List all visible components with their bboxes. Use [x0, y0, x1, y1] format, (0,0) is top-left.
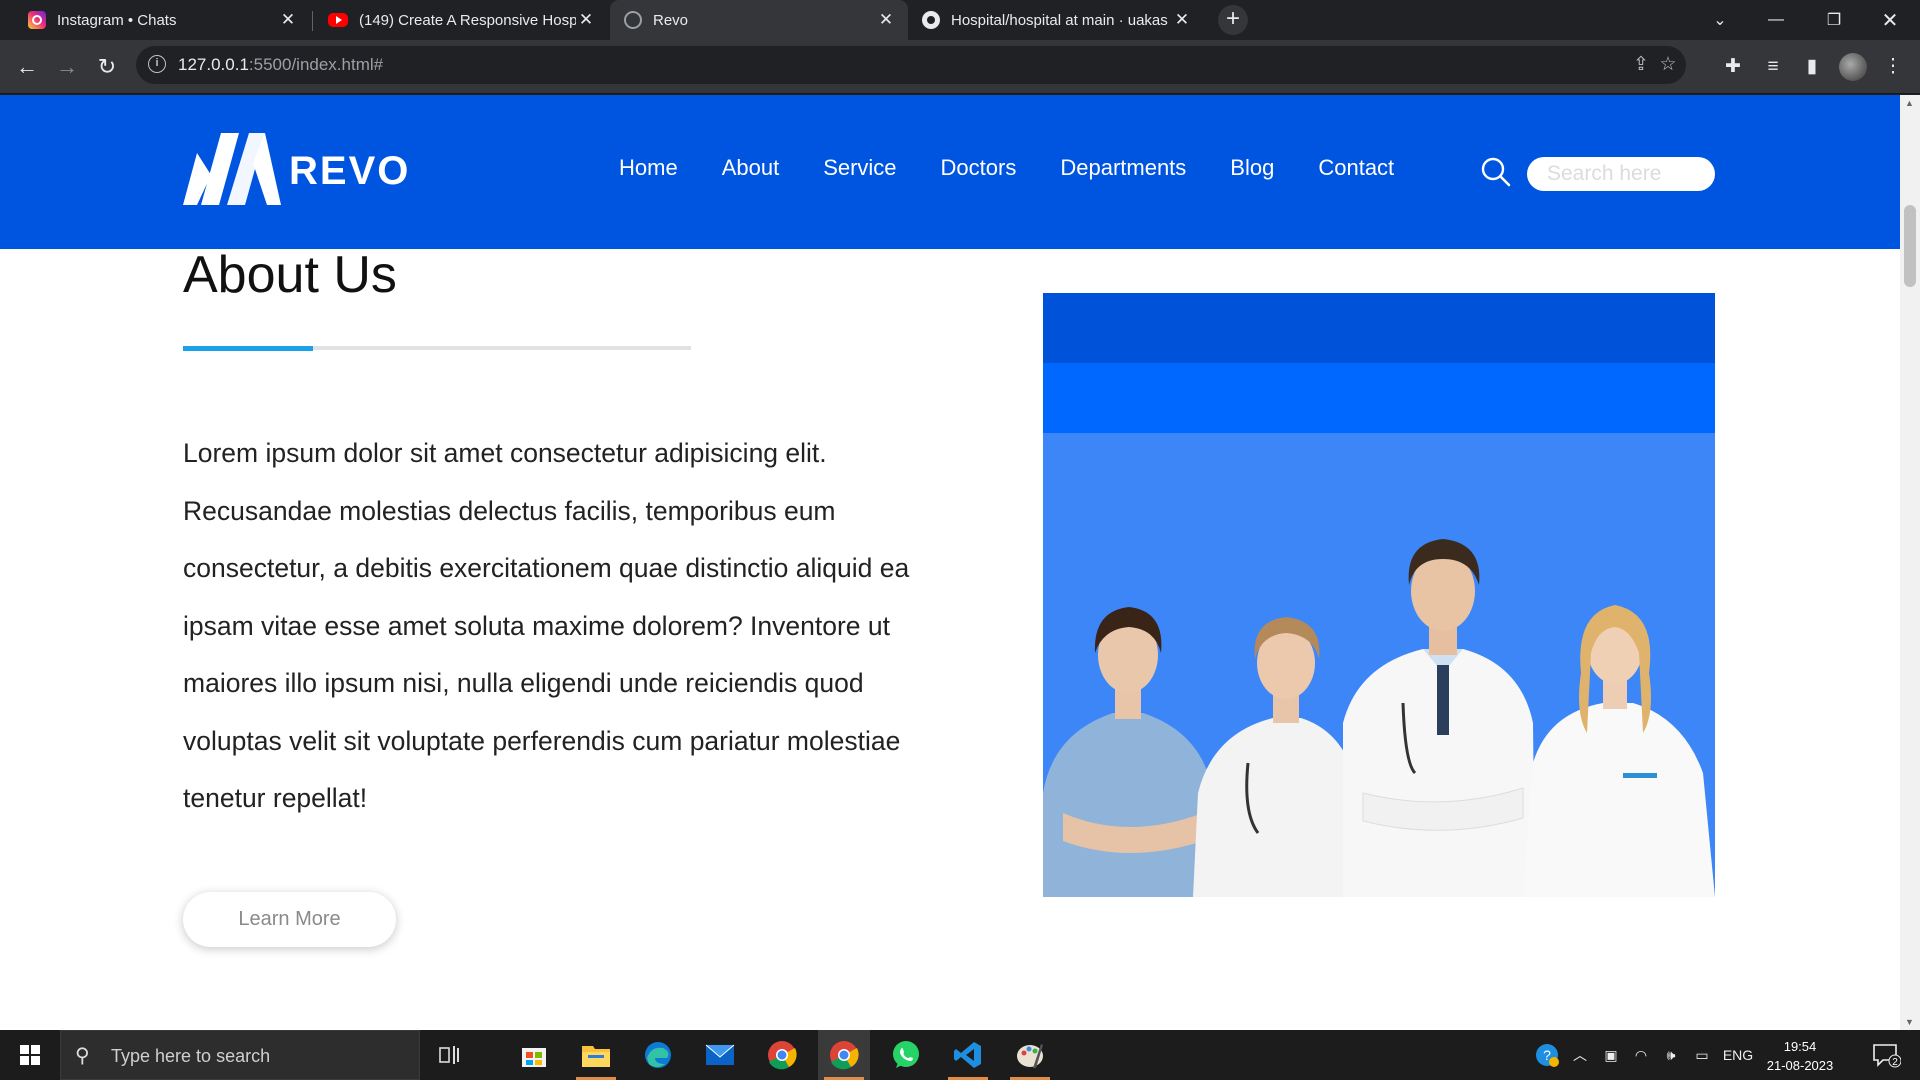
page-scrollbar[interactable]: ▲ ▼: [1900, 95, 1920, 1030]
doctors-image: [1043, 293, 1715, 897]
title-underline-accent: [183, 346, 313, 351]
taskbar-search-placeholder: Type here to search: [111, 1046, 271, 1066]
close-icon[interactable]: ✕: [1172, 10, 1192, 30]
page-viewport: REVO Home About Service Doctors Departme…: [0, 95, 1920, 1030]
doctors-illustration: [1043, 539, 1715, 897]
chevron-up-icon[interactable]: ︿: [1568, 1030, 1592, 1080]
bookmark-star-icon[interactable]: ☆: [1656, 53, 1680, 77]
notification-count: 2: [1892, 1057, 1898, 1068]
meet-now-icon[interactable]: ▣: [1598, 1030, 1624, 1080]
tab-search-icon[interactable]: ⌄: [1692, 0, 1748, 40]
side-panel-icon[interactable]: ▮: [1797, 52, 1827, 82]
instagram-icon: [28, 11, 46, 29]
chrome-icon[interactable]: [756, 1030, 808, 1080]
scroll-down-icon[interactable]: ▼: [1905, 1017, 1914, 1027]
site-header: REVO Home About Service Doctors Departme…: [0, 95, 1900, 249]
help-icon[interactable]: ?: [1530, 1030, 1564, 1080]
globe-icon: [624, 11, 642, 29]
nav-blog[interactable]: Blog: [1230, 155, 1274, 181]
tab-github[interactable]: Hospital/hospital at main · uakas ✕: [908, 0, 1204, 40]
nav-about[interactable]: About: [722, 155, 780, 181]
close-icon[interactable]: ✕: [876, 10, 896, 30]
close-icon[interactable]: ✕: [576, 10, 596, 30]
restore-button[interactable]: ❐: [1806, 0, 1862, 40]
nav-contact[interactable]: Contact: [1318, 155, 1394, 181]
site-info-icon[interactable]: i: [148, 55, 166, 73]
minimize-button[interactable]: —: [1748, 0, 1804, 40]
windows-icon: [20, 1045, 40, 1065]
whatsapp-icon[interactable]: [880, 1030, 932, 1080]
paint-icon[interactable]: [1004, 1030, 1056, 1080]
battery-icon[interactable]: ▭: [1688, 1030, 1716, 1080]
extensions-icon[interactable]: ✚: [1718, 52, 1748, 82]
scrollbar-thumb[interactable]: [1904, 205, 1916, 287]
search-icon[interactable]: [1481, 157, 1511, 187]
url-host: 127.0.0.1: [178, 55, 249, 74]
reload-button[interactable]: ↻: [90, 50, 124, 84]
scroll-up-icon[interactable]: ▲: [1905, 98, 1914, 108]
github-icon: [922, 11, 940, 29]
logo-text: REVO: [289, 148, 411, 193]
about-paragraph: Lorem ipsum dolor sit amet consectetur a…: [183, 438, 910, 813]
notification-center-icon[interactable]: 2: [1864, 1030, 1908, 1080]
tab-youtube[interactable]: (149) Create A Responsive Hospit ✕: [314, 0, 608, 40]
tab-instagram[interactable]: Instagram • Chats ✕: [14, 0, 310, 40]
url-path: :5500/index.html#: [248, 55, 384, 74]
share-icon[interactable]: ⇪: [1629, 53, 1653, 77]
nav-doctors[interactable]: Doctors: [941, 155, 1017, 181]
mail-icon[interactable]: [694, 1030, 746, 1080]
search-icon: ⚲: [75, 1045, 90, 1067]
new-tab-button[interactable]: +: [1218, 5, 1248, 35]
task-view-icon[interactable]: [424, 1030, 476, 1080]
taskbar-clock[interactable]: 19:54 21-08-2023: [1762, 1037, 1838, 1075]
chrome-active-icon[interactable]: [818, 1030, 870, 1080]
nav-home[interactable]: Home: [619, 155, 678, 181]
forward-button[interactable]: →: [50, 50, 84, 84]
windows-taskbar: ⚲ Type here to search ? ︿ ▣ ◠ 🕪 ▭ ENG 19…: [0, 1030, 1920, 1080]
address-bar[interactable]: i 127.0.0.1:5500/index.html# ⇪ ☆: [136, 46, 1686, 84]
main-nav: Home About Service Doctors Departments B…: [600, 155, 1438, 181]
microsoft-store-icon[interactable]: [508, 1030, 560, 1080]
media-control-icon[interactable]: ≡: [1758, 52, 1788, 82]
about-title: About Us: [183, 246, 397, 304]
tab-title: (149) Create A Responsive Hospit: [359, 11, 576, 29]
start-button[interactable]: [0, 1030, 60, 1080]
browser-tab-bar: Instagram • Chats ✕ (149) Create A Respo…: [0, 0, 1920, 40]
profile-avatar[interactable]: [1839, 53, 1867, 81]
menu-icon[interactable]: ⋮: [1878, 52, 1908, 82]
tab-title: Instagram • Chats: [57, 11, 177, 29]
tab-revo[interactable]: Revo ✕: [610, 0, 908, 40]
clock-date: 21-08-2023: [1766, 1058, 1834, 1073]
url-text[interactable]: 127.0.0.1:5500/index.html#: [178, 55, 383, 75]
search-input[interactable]: [1527, 157, 1715, 191]
logo-icon: [183, 133, 281, 205]
learn-more-button[interactable]: Learn More: [183, 892, 396, 947]
nav-service[interactable]: Service: [823, 155, 896, 181]
volume-icon[interactable]: 🕪: [1656, 1030, 1686, 1080]
close-icon[interactable]: ✕: [278, 10, 298, 30]
tab-separator: [312, 11, 313, 31]
file-explorer-icon[interactable]: [570, 1030, 622, 1080]
window-close-button[interactable]: ✕: [1862, 0, 1918, 40]
tab-title: Revo: [653, 11, 689, 29]
edge-icon[interactable]: [632, 1030, 684, 1080]
back-button[interactable]: ←: [10, 50, 44, 84]
wifi-icon[interactable]: ◠: [1628, 1030, 1654, 1080]
taskbar-search[interactable]: ⚲ Type here to search: [60, 1030, 420, 1080]
vscode-icon[interactable]: [942, 1030, 994, 1080]
tab-title: Hospital/hospital at main · uakas: [951, 11, 1168, 29]
browser-toolbar: ← → ↻ i 127.0.0.1:5500/index.html# ⇪ ☆ ✚…: [0, 40, 1920, 94]
youtube-icon: [328, 13, 348, 27]
nav-departments[interactable]: Departments: [1060, 155, 1186, 181]
language-indicator[interactable]: ENG: [1720, 1030, 1756, 1080]
site-logo[interactable]: REVO: [183, 133, 410, 205]
clock-time: 19:54: [1783, 1039, 1817, 1054]
